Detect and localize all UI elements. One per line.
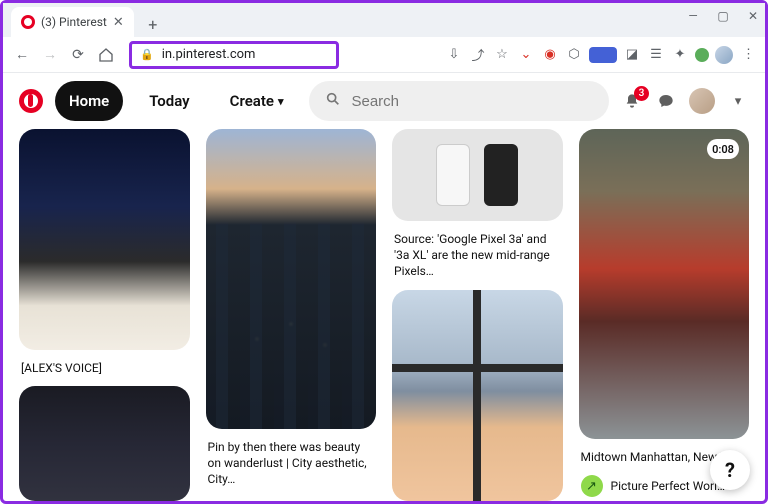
extension-icon[interactable]: ⬡ [565,46,583,64]
nav-create-label: Create [230,92,274,110]
tab-close-icon[interactable]: ✕ [113,15,124,30]
download-icon[interactable]: ⇩ [445,46,463,64]
chat-icon [658,93,674,109]
browser-toolbar: ← → ⟳ 🔒 in.pinterest.com ⇩ ⤴ ☆ ⌄ ◉ ⬡ ◪ ☰… [3,37,765,73]
nav-today-label: Today [149,92,189,110]
window-maximize-button[interactable]: ▢ [717,9,729,23]
browser-tab[interactable]: (3) Pinterest ✕ [11,7,134,37]
back-button[interactable]: ← [11,44,33,66]
new-tab-button[interactable]: + [140,11,166,37]
notification-badge: 3 [634,86,649,101]
home-icon [98,47,114,63]
reload-button[interactable]: ⟳ [67,44,89,66]
browser-titlebar: (3) Pinterest ✕ + — ▢ ✕ [3,3,765,37]
search-bar[interactable] [309,81,609,121]
profile-avatar-icon[interactable] [715,46,733,64]
pin-card[interactable] [19,129,190,350]
creator-avatar-icon: ↗ [581,475,603,497]
nav-home-button[interactable]: Home [55,81,123,121]
tab-title: (3) Pinterest [41,15,107,29]
video-duration-badge: 0:08 [707,139,739,159]
phone-illustration-icon [484,144,518,206]
help-fab-button[interactable]: ? [710,450,750,490]
pocket-extension-icon[interactable]: ⌄ [517,46,535,64]
window-minimize-button[interactable]: — [687,9,699,23]
share-icon[interactable]: ⤴ [469,46,487,64]
feed-column: [ALEX'S VOICE] [19,129,190,501]
pin-card[interactable] [392,129,563,221]
pin-caption: [ALEX'S VOICE] [19,360,190,376]
pin-card[interactable] [206,129,377,429]
pinterest-favicon-icon [21,15,35,29]
phone-illustration-icon [436,144,470,206]
lock-icon: 🔒 [140,48,154,61]
forward-button[interactable]: → [39,44,61,66]
feed-column: Pin by then there was beauty on wanderlu… [206,129,377,501]
pin-caption: Source: 'Google Pixel 3a' and '3a XL' ar… [392,231,563,280]
pinterest-logo-icon[interactable] [19,89,43,113]
pin-feed: [ALEX'S VOICE] Pin by then there was bea… [3,129,765,501]
pin-card-video[interactable]: 0:08 [579,129,750,439]
window-controls: — ▢ ✕ [687,9,759,23]
extension-icon[interactable]: ◉ [541,46,559,64]
help-icon: ? [725,458,735,482]
account-menu-chevron-icon[interactable]: ▾ [727,90,749,112]
nav-home-label: Home [69,92,109,110]
window-close-button[interactable]: ✕ [747,9,759,23]
nav-create-button[interactable]: Create ▾ [216,81,298,121]
extension-icon[interactable] [589,47,617,63]
extensions-puzzle-icon[interactable]: ✦ [671,46,689,64]
extension-icon[interactable]: ◪ [623,46,641,64]
feed-column: 0:08 Midtown Manhattan, New Yo… ↗ Pictur… [579,129,750,501]
address-bar[interactable]: 🔒 in.pinterest.com [129,41,339,69]
feed-column: Source: 'Google Pixel 3a' and '3a XL' ar… [392,129,563,501]
browser-menu-button[interactable]: ⋮ [739,46,757,64]
pin-card[interactable] [19,386,190,501]
creator-name: Picture Perfect Worl… [611,479,726,493]
user-avatar[interactable] [689,88,715,114]
extension-icon[interactable] [695,48,709,62]
pin-caption: Pin by then there was beauty on wanderlu… [206,439,377,488]
bookmark-star-icon[interactable]: ☆ [493,46,511,64]
pin-card[interactable] [392,290,563,501]
nav-today-button[interactable]: Today [135,81,203,121]
search-input[interactable] [351,93,593,110]
home-button[interactable] [95,44,117,66]
messages-button[interactable] [655,90,677,112]
search-icon [325,91,341,111]
chevron-down-icon: ▾ [278,95,284,108]
pinterest-top-nav: Home Today Create ▾ 3 ▾ [3,73,765,129]
notifications-button[interactable]: 3 [621,90,643,112]
reading-list-icon[interactable]: ☰ [647,46,665,64]
url-text: in.pinterest.com [162,47,256,62]
